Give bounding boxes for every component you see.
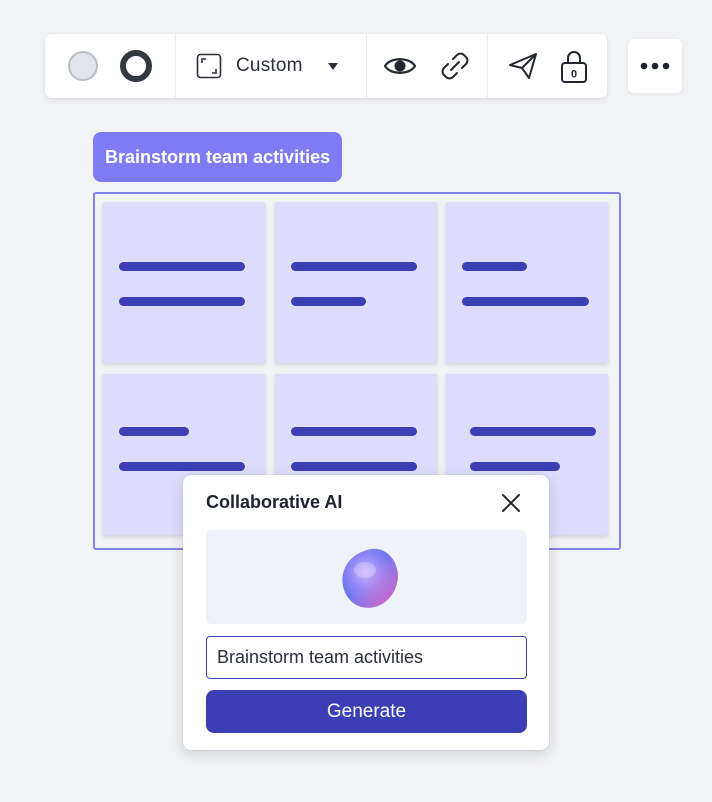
resize-frame-icon [196, 53, 222, 79]
note-line [470, 462, 560, 471]
sticky-note[interactable] [103, 202, 265, 363]
paper-plane-icon[interactable] [508, 52, 538, 80]
note-line [119, 262, 245, 271]
note-line [291, 462, 417, 471]
sticky-note[interactable] [275, 202, 437, 363]
note-line [119, 462, 245, 471]
fill-color-swatch[interactable] [68, 51, 98, 81]
lock-icon[interactable]: 0 [560, 48, 588, 84]
collaborative-ai-panel: Collaborative AI Brainstorm team activit… [183, 475, 549, 750]
note-line [462, 297, 589, 306]
eye-icon[interactable] [383, 54, 417, 78]
note-line [119, 427, 189, 436]
size-label: Custom [236, 55, 303, 76]
note-line [119, 297, 245, 306]
ai-orb-icon [337, 544, 403, 617]
more-horizontal-icon [640, 62, 670, 70]
ai-preview [206, 530, 527, 624]
share-group: 0 [488, 34, 607, 98]
caret-down-icon [327, 62, 339, 71]
note-line [462, 262, 527, 271]
frame-title[interactable]: Brainstorm team activities [93, 132, 343, 182]
toolbar: Custom 0 [45, 34, 607, 98]
stroke-color-swatch[interactable] [120, 50, 152, 82]
sticky-note[interactable] [446, 202, 608, 363]
note-line [291, 262, 417, 271]
note-line [291, 297, 366, 306]
size-dropdown[interactable]: Custom [176, 34, 367, 98]
generate-button[interactable]: Generate [206, 690, 527, 733]
more-button[interactable] [628, 39, 682, 93]
note-line [291, 427, 417, 436]
lock-badge: 0 [570, 69, 576, 81]
note-line [470, 427, 596, 436]
link-icon[interactable] [439, 50, 471, 82]
ai-panel-title: Collaborative AI [206, 492, 343, 512]
view-group [367, 34, 488, 98]
color-group [45, 34, 176, 98]
close-icon[interactable] [499, 491, 523, 515]
prompt-input[interactable] [206, 636, 527, 679]
